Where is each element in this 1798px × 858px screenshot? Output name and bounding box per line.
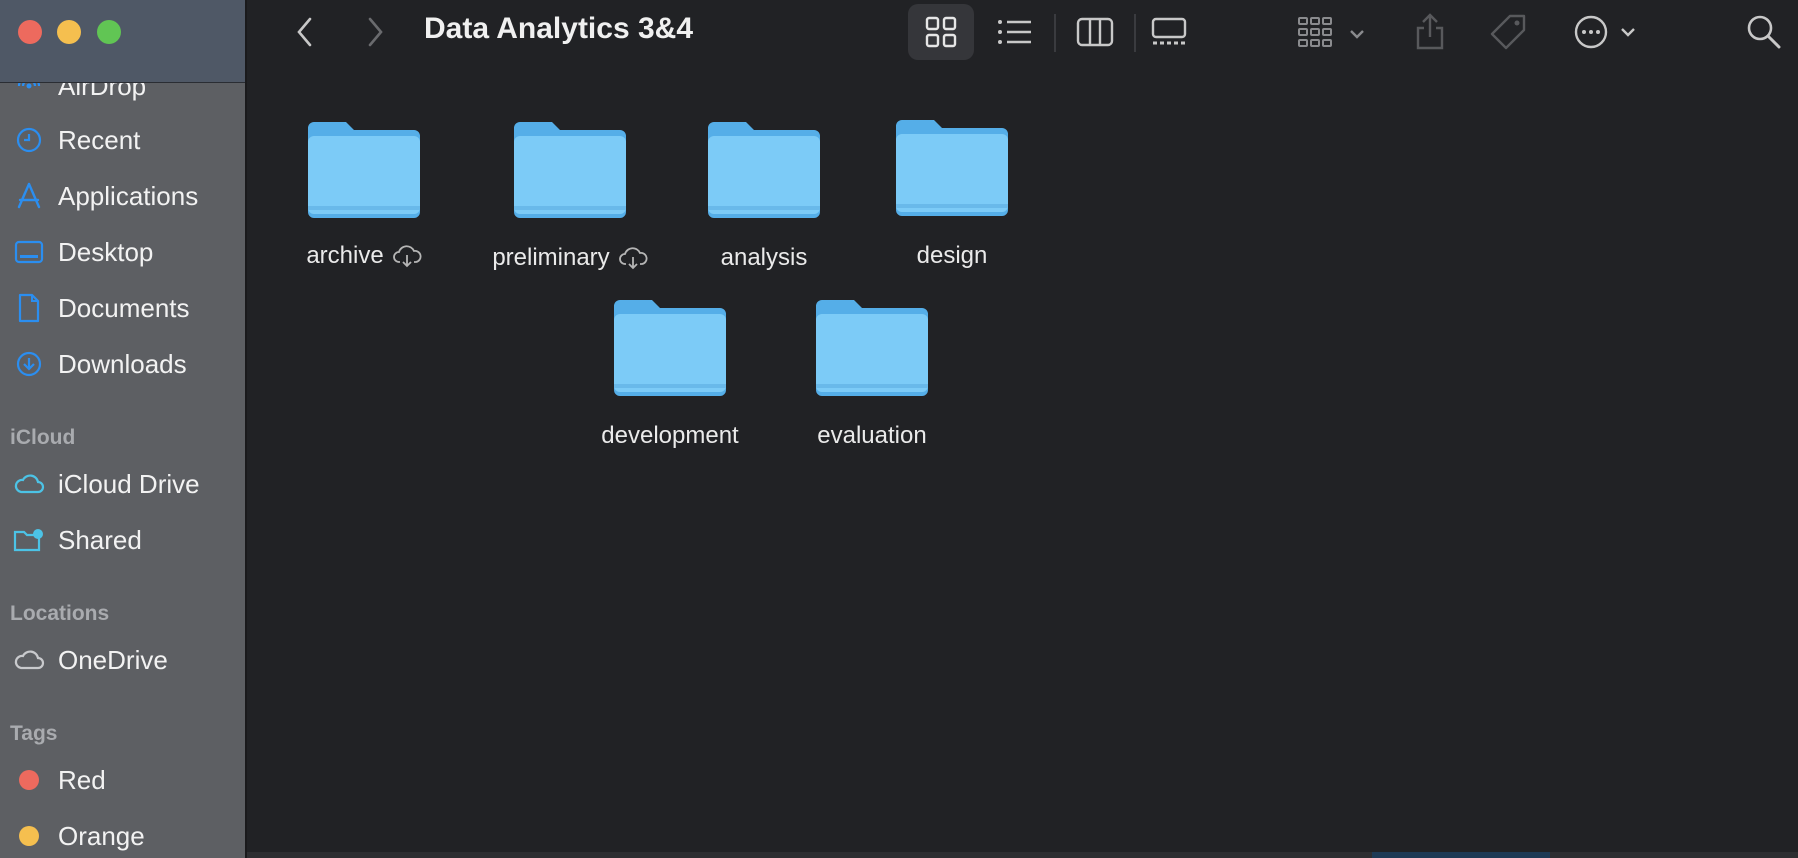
- window-title: Data Analytics 3&4: [424, 12, 694, 45]
- sidebar-item-downloads[interactable]: Downloads: [0, 344, 245, 384]
- column-view-icon: [1076, 17, 1114, 47]
- shared-folder-icon: [12, 523, 46, 557]
- back-button[interactable]: [290, 12, 320, 52]
- folder-item[interactable]: preliminary: [484, 118, 656, 272]
- tag-icon: [1490, 14, 1526, 50]
- applications-icon: [12, 179, 46, 213]
- folder-icon: [614, 300, 726, 396]
- sidebar-item-desktop[interactable]: Desktop: [0, 232, 245, 272]
- icloud-icon: [12, 467, 46, 501]
- sidebar-item-label: Recent: [58, 124, 141, 155]
- sidebar-section-icloud: iCloud: [10, 426, 76, 449]
- folder-icon: [708, 122, 820, 218]
- sidebar-item-label: Shared: [58, 524, 142, 555]
- sidebar-item-onedrive[interactable]: OneDrive: [0, 640, 245, 680]
- sidebar-item-label: Downloads: [58, 348, 187, 379]
- column-view-button[interactable]: [1072, 12, 1118, 52]
- folder-name: design: [916, 242, 988, 269]
- sidebar-section-locations: Locations: [10, 602, 110, 625]
- desktop-icon: [12, 235, 46, 269]
- icon-view-icon: [925, 16, 957, 48]
- folder-item[interactable]: archive: [300, 118, 428, 270]
- folder-icon: [308, 122, 420, 218]
- search-button[interactable]: [1742, 10, 1786, 54]
- list-view-button[interactable]: [992, 12, 1038, 52]
- sidebar-item-shared[interactable]: Shared: [0, 520, 245, 560]
- sidebar: AirDrop Recent Applications Desktop Docu…: [0, 0, 247, 858]
- folder-item[interactable]: analysis: [702, 118, 826, 272]
- sidebar-item-tag-orange[interactable]: Orange: [0, 816, 245, 856]
- group-by-button[interactable]: [1296, 10, 1370, 54]
- sidebar-section-tags: Tags: [10, 722, 58, 745]
- folder-item[interactable]: development: [592, 296, 748, 450]
- window-titlebar: [0, 0, 245, 83]
- toolbar-separator: [1134, 14, 1136, 52]
- sidebar-item-label: Documents: [58, 292, 190, 323]
- sidebar-item-icloud-drive[interactable]: iCloud Drive: [0, 464, 245, 504]
- document-icon: [12, 291, 46, 325]
- sidebar-item-documents[interactable]: Documents: [0, 288, 245, 328]
- folder-name: evaluation: [817, 422, 927, 449]
- search-icon: [1747, 15, 1781, 49]
- icon-view-button[interactable]: [918, 12, 964, 52]
- sidebar-item-label: Orange: [58, 820, 145, 851]
- folder-name: preliminary: [492, 244, 610, 271]
- red-tag-icon: [19, 770, 39, 790]
- sidebar-item-tag-red[interactable]: Red: [0, 760, 245, 800]
- sidebar-item-label: Red: [58, 764, 106, 795]
- back-icon: [297, 17, 312, 47]
- group-by-icon: [1298, 17, 1364, 47]
- gallery-view-icon: [1151, 17, 1187, 45]
- folder-icon: [514, 122, 626, 218]
- forward-button[interactable]: [360, 12, 390, 52]
- cloud-download-icon: [392, 245, 422, 268]
- folder-item[interactable]: design: [890, 116, 1014, 270]
- folder-icon: [896, 120, 1008, 216]
- sidebar-item-label: iCloud Drive: [58, 468, 200, 499]
- folder-name: development: [601, 422, 739, 449]
- gallery-view-button[interactable]: [1146, 12, 1192, 52]
- more-actions-button[interactable]: [1572, 10, 1642, 54]
- zoom-window-button[interactable]: [97, 20, 121, 44]
- share-button[interactable]: [1410, 8, 1450, 54]
- tag-button[interactable]: [1486, 10, 1530, 54]
- toolbar-separator: [1054, 14, 1056, 52]
- folder-icon: [816, 300, 928, 396]
- cloud-download-icon: [618, 247, 648, 270]
- share-icon: [1416, 13, 1444, 50]
- forward-icon: [368, 17, 383, 47]
- orange-tag-icon: [19, 826, 39, 846]
- status-bar-accent: [1372, 852, 1550, 858]
- sidebar-item-label: Desktop: [58, 236, 154, 267]
- minimize-window-button[interactable]: [57, 20, 81, 44]
- list-view-icon: [998, 20, 1031, 44]
- more-actions-icon: [1574, 15, 1635, 49]
- sidebar-item-recent[interactable]: Recent: [0, 120, 245, 160]
- status-bar: [247, 852, 1798, 858]
- close-window-button[interactable]: [18, 20, 42, 44]
- folder-item[interactable]: evaluation: [810, 296, 934, 450]
- clock-icon: [12, 123, 46, 157]
- folder-name: archive: [306, 242, 384, 269]
- sidebar-item-label: Applications: [58, 180, 199, 211]
- download-icon: [12, 347, 46, 381]
- cloud-icon: [12, 643, 46, 677]
- folder-name: analysis: [720, 244, 808, 271]
- sidebar-item-label: OneDrive: [58, 644, 168, 675]
- sidebar-item-applications[interactable]: Applications: [0, 176, 245, 216]
